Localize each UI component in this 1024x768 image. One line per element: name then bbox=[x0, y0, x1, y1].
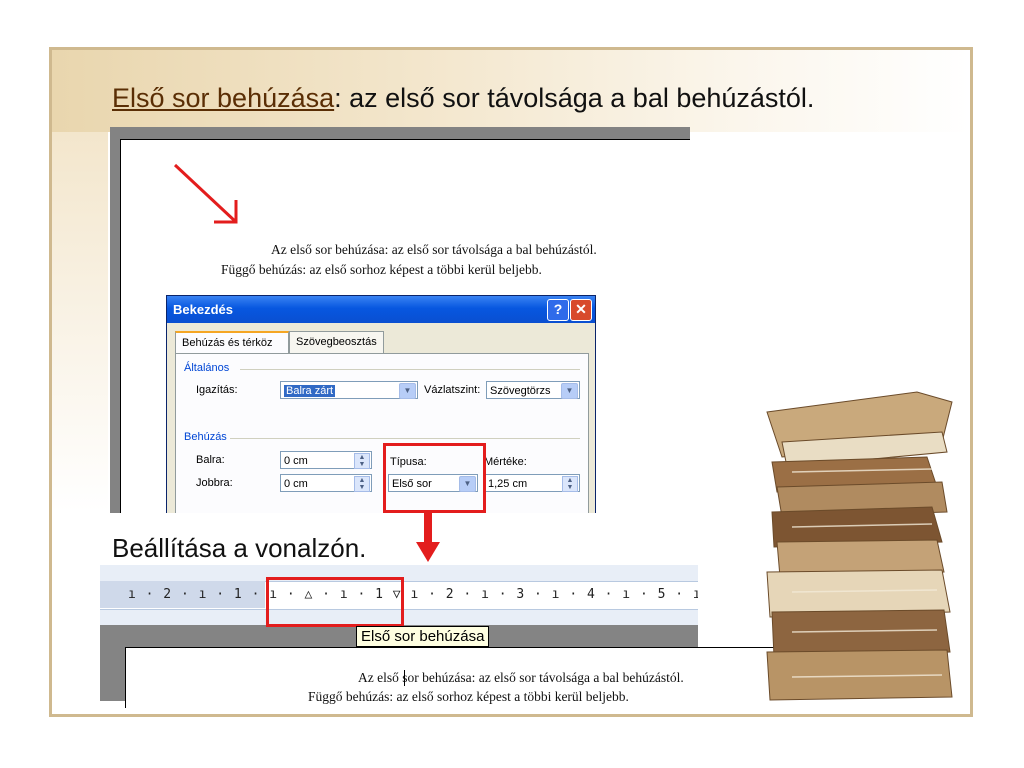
crop-mask bbox=[110, 513, 710, 533]
document-line-1: Az első sor behúzása: az első sor távols… bbox=[271, 242, 597, 257]
slide-title: Első sor behúzása: az első sor távolsága… bbox=[112, 83, 814, 114]
ruler-marks: ı · 2 · ı · 1 · ı · △ · ı · 1 ▽ ı · 2 · … bbox=[128, 587, 698, 602]
highlight-box-type bbox=[383, 443, 486, 513]
alignment-value: Balra zárt bbox=[284, 385, 336, 397]
books-image bbox=[766, 391, 953, 701]
text-cursor bbox=[404, 670, 405, 686]
group-divider bbox=[240, 369, 580, 370]
title-rest: : az első sor távolsága a bal behúzástól… bbox=[334, 83, 815, 113]
left-indent-value: 0 cm bbox=[284, 455, 308, 467]
document2-line-2: Függő behúzás: az első sorhoz képest a t… bbox=[308, 689, 629, 704]
right-indent-field[interactable]: 0 cm ▲ ▼ bbox=[280, 474, 372, 492]
amount-label: Mértéke: bbox=[484, 456, 527, 468]
general-group-title: Általános bbox=[184, 362, 230, 374]
alignment-select[interactable]: Balra zárt ▼ bbox=[280, 381, 418, 399]
amount-field[interactable]: 1,25 cm ▲ ▼ bbox=[484, 474, 580, 492]
dialog-titlebar[interactable]: Bekezdés ? ✕ bbox=[167, 296, 595, 323]
spinner-icon[interactable]: ▲ ▼ bbox=[354, 476, 370, 492]
chevron-down-icon[interactable]: ▼ bbox=[561, 383, 578, 399]
tab-indents-spacing[interactable]: Behúzás és térköz bbox=[175, 331, 289, 355]
amount-value: 1,25 cm bbox=[488, 478, 528, 490]
help-button[interactable]: ? bbox=[547, 299, 569, 321]
subtitle: Beállítása a vonalzón. bbox=[112, 533, 367, 563]
group-divider bbox=[230, 438, 580, 439]
left-indent-label: Balra: bbox=[196, 454, 225, 466]
outline-level-select[interactable]: Szövegtörzs ▼ bbox=[486, 381, 580, 399]
outline-level-value: Szövegtörzs bbox=[490, 385, 551, 397]
dialog-title: Bekezdés bbox=[173, 302, 233, 317]
document2-line-1: Az első sor behúzása: az első sor távols… bbox=[358, 670, 684, 685]
right-indent-value: 0 cm bbox=[284, 478, 308, 490]
spinner-icon[interactable]: ▲ ▼ bbox=[562, 476, 578, 492]
side-stripe bbox=[52, 132, 108, 512]
paragraph-dialog: Bekezdés ? ✕ Behúzás és térköz Szövegbeo… bbox=[166, 295, 596, 530]
left-indent-field[interactable]: 0 cm ▲ ▼ bbox=[280, 451, 372, 469]
document-line-2: Függő behúzás: az első sorhoz képest a t… bbox=[221, 262, 542, 277]
tab-line-page-breaks[interactable]: Szövegbeosztás bbox=[289, 331, 384, 353]
red-down-arrow-icon bbox=[416, 510, 440, 562]
alignment-label: Igazítás: bbox=[196, 384, 238, 396]
tooltip: Első sor behúzása bbox=[356, 626, 490, 647]
title-term: Első sor behúzása bbox=[112, 83, 335, 113]
red-arrow-icon bbox=[173, 163, 238, 224]
spinner-icon[interactable]: ▲ ▼ bbox=[354, 453, 370, 469]
right-indent-label: Jobbra: bbox=[196, 477, 233, 489]
close-button[interactable]: ✕ bbox=[570, 299, 592, 321]
chevron-down-icon[interactable]: ▼ bbox=[399, 383, 416, 399]
outline-level-label: Vázlatszint: bbox=[424, 384, 481, 396]
indent-group-title: Behúzás bbox=[184, 431, 227, 443]
tab-panel: Általános Igazítás: Balra zárt ▼ Vázlats… bbox=[175, 353, 589, 530]
highlight-box-ruler bbox=[266, 577, 404, 627]
